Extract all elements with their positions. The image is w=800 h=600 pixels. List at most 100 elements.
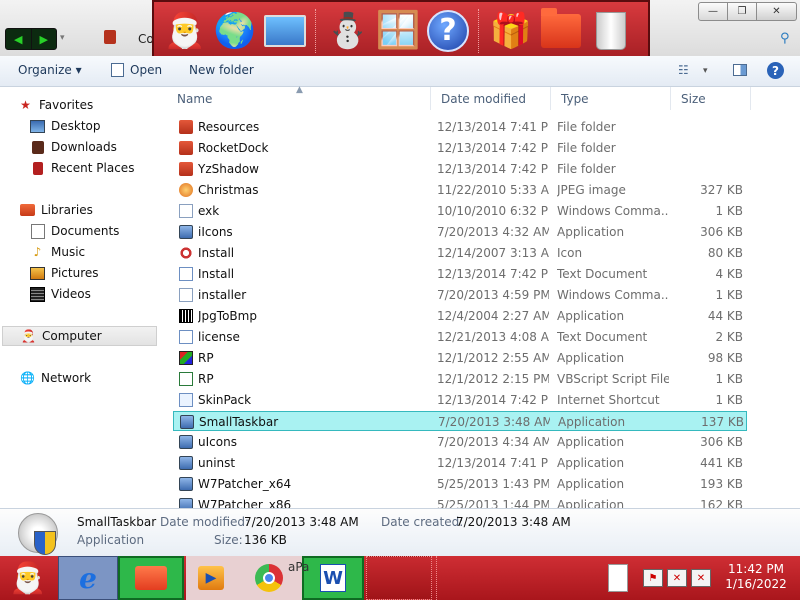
column-header-type[interactable]: Type (551, 87, 671, 110)
file-type: Application (557, 498, 625, 508)
back-button[interactable]: ◀ (6, 29, 31, 49)
file-row[interactable]: RocketDock 12/13/2014 7:42 PM File folder (173, 138, 747, 158)
column-header-size[interactable]: Size (671, 87, 751, 110)
jpg2bmp-file-icon (179, 309, 193, 323)
file-row[interactable]: license 12/21/2013 4:08 AM Text Document 2 … (173, 327, 747, 347)
file-row[interactable]: exk 10/10/2010 6:32 PM Windows Comma... 1 K… (173, 201, 747, 221)
file-row[interactable]: uninst 12/13/2014 7:41 PM Application 441 K… (173, 453, 747, 473)
file-row[interactable]: Resources 12/13/2014 7:41 PM File folder (173, 117, 747, 137)
file-date-modified: 7/20/2013 3:48 AM (438, 415, 550, 429)
file-type: File folder (557, 162, 616, 176)
file-row[interactable]: W7Patcher_x64 5/25/2013 1:43 PM Applicatio… (173, 474, 747, 494)
file-type: Application (557, 456, 625, 470)
taskbar-word[interactable]: W (302, 556, 364, 600)
new-folder-button[interactable]: New folder (189, 63, 254, 77)
file-name: Christmas (198, 183, 259, 197)
file-row[interactable]: Christmas 11/22/2010 5:33 AM JPEG image 327… (173, 180, 747, 200)
forward-button[interactable]: ▶ (30, 29, 57, 49)
tray-flag-icon[interactable]: ⚑ (643, 569, 663, 587)
taskbar-media-player[interactable]: ▶ (186, 556, 236, 600)
minimize-button[interactable]: — (698, 2, 728, 21)
folder-file-icon (179, 162, 193, 176)
taskbar-internet-explorer[interactable]: e (58, 556, 118, 600)
recent-places-icon (30, 161, 45, 175)
details-modified-value: 7/20/2013 3:48 AM (244, 515, 359, 529)
file-date-modified: 12/1/2012 2:15 PM (437, 372, 549, 386)
nav-computer[interactable]: 🎅 Computer (2, 326, 157, 346)
file-row[interactable]: RP 12/1/2012 2:55 AM Application 98 KB (173, 348, 747, 368)
file-name: exk (198, 204, 220, 218)
file-row[interactable]: JpgToBmp 12/4/2004 2:27 AM Application 44 K… (173, 306, 747, 326)
folder-icon (135, 566, 167, 590)
snowman-icon[interactable]: ⛄ (325, 8, 371, 54)
gift-icon[interactable]: 🎁 (488, 8, 534, 54)
selected-file-icon (18, 513, 60, 555)
navigation-pane: ★ Favorites Desktop Downloads Recent Pla… (0, 87, 166, 507)
file-date-modified: 12/13/2014 7:42 PM (437, 162, 549, 176)
file-type: Windows Comma... (557, 204, 669, 218)
cmd-file-icon (179, 204, 193, 218)
pictures-icon (30, 266, 45, 280)
show-hidden-icons-button[interactable] (608, 564, 628, 592)
file-row[interactable]: SkinPack 12/13/2014 7:42 PM Internet Short… (173, 390, 747, 410)
file-name: uninst (198, 456, 236, 470)
cmd-file-icon (179, 288, 193, 302)
file-size: 162 KB (700, 498, 743, 508)
videos-icon (30, 286, 45, 302)
file-name: RP (198, 372, 214, 386)
file-row[interactable]: Install 12/13/2014 7:42 PM Text Document 4 … (173, 264, 747, 284)
tray-network-icon[interactable]: ✕ (667, 569, 687, 587)
search-icon[interactable]: ⚲ (780, 31, 790, 46)
windows-logo-icon[interactable]: 🪟 (375, 8, 421, 54)
nav-favorites[interactable]: ★ Favorites (18, 95, 184, 115)
file-row[interactable]: W7Patcher_x86 5/25/2013 1:44 PM Applicatio… (173, 495, 747, 508)
file-size (673, 138, 743, 158)
column-header-date[interactable]: Date modified (431, 87, 551, 110)
nav-libraries[interactable]: Libraries (20, 200, 186, 220)
help-icon[interactable]: ? (425, 8, 471, 54)
recent-pages-dropdown[interactable]: ▾ (60, 33, 65, 43)
taskbar-empty-slot[interactable] (366, 556, 432, 600)
app-file-icon (179, 435, 193, 449)
organize-button[interactable]: Organize ▾ (18, 63, 82, 77)
globe-icon[interactable]: 🌍 (212, 8, 258, 54)
start-button[interactable]: 🎅 (0, 556, 56, 600)
file-row[interactable]: RP 12/1/2012 2:15 PM VBScript Script File 1… (173, 369, 747, 389)
nav-label: Videos (51, 287, 91, 301)
file-name: W7Patcher_x64 (198, 477, 292, 491)
open-button[interactable]: Open (130, 63, 162, 77)
display-settings-icon[interactable] (262, 8, 308, 54)
taskbar-explorer[interactable] (118, 556, 184, 600)
help-button[interactable]: ? (767, 62, 784, 79)
santa-computer-icon[interactable]: 🎅 (162, 8, 208, 54)
folder-icon[interactable] (538, 8, 584, 54)
file-size: 1 KB (715, 288, 743, 302)
nav-label: Computer (42, 329, 102, 343)
system-clock[interactable]: 11:42 PM 1/16/2022 (716, 562, 796, 592)
file-size: 80 KB (707, 246, 743, 260)
clock-date: 1/16/2022 (725, 577, 787, 591)
computer-icon: 🎅 (21, 329, 36, 343)
file-row[interactable]: YzShadow 12/13/2014 7:42 PM File folder (173, 159, 747, 179)
file-row[interactable]: iIcons 7/20/2013 4:32 AM Application 306 KB (173, 222, 747, 242)
open-icon[interactable] (111, 63, 124, 77)
file-type: VBScript Script File (557, 372, 669, 386)
file-row[interactable]: installer 7/20/2013 4:59 PM Windows Comma.… (173, 285, 747, 305)
file-row[interactable]: uIcons 7/20/2013 4:34 AM Application 306 KB (173, 432, 747, 452)
file-size: 1 KB (715, 372, 743, 386)
file-type: Windows Comma... (557, 288, 669, 302)
tray-volume-icon[interactable]: ✕ (691, 569, 711, 587)
file-name: YzShadow (198, 162, 259, 176)
recycle-bin-icon[interactable] (588, 8, 634, 54)
change-view-icon[interactable]: ☷ (678, 63, 689, 77)
nav-network[interactable]: 🌐 Network (20, 368, 186, 388)
details-modified-label: Date modified: (160, 515, 250, 529)
maximize-button[interactable]: ❐ (728, 2, 757, 21)
view-options-dropdown[interactable]: ▾ (703, 66, 708, 76)
file-name: uIcons (198, 435, 237, 449)
close-button[interactable]: ✕ (757, 2, 797, 21)
preview-pane-icon[interactable] (733, 64, 747, 76)
file-row[interactable]: SmallTaskbar 7/20/2013 3:48 AM Application… (173, 411, 747, 431)
file-row[interactable]: Install 12/14/2007 3:13 AM Icon 80 KB (173, 243, 747, 263)
file-name: Install (198, 267, 235, 281)
